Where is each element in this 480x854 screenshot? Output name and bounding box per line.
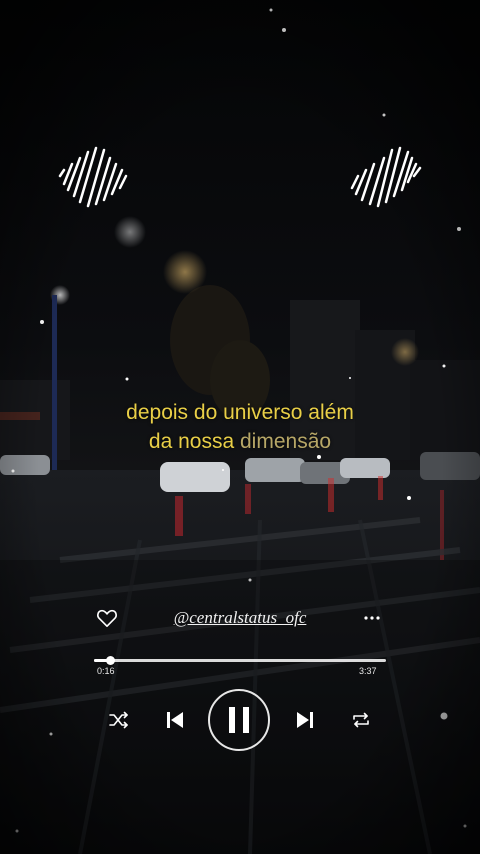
skip-previous-icon[interactable]	[165, 710, 185, 730]
pause-button[interactable]	[208, 689, 270, 751]
progress-track[interactable]	[94, 659, 386, 662]
progress-knob[interactable]	[106, 656, 116, 665]
total-time: 3:37	[359, 666, 377, 676]
lyrics-line-2-active: da nossa	[148, 430, 240, 453]
skip-next-icon[interactable]	[295, 710, 315, 730]
channel-handle[interactable]: @centralstatus_ofc	[0, 608, 480, 628]
lyrics-text: depois do universo além da nossa dimensã…	[0, 398, 480, 456]
pause-icon	[229, 707, 249, 733]
shuffle-icon[interactable]	[108, 710, 130, 730]
current-time: 0:16	[97, 666, 115, 676]
lyrics-line-1: depois do universo além	[126, 401, 354, 424]
sound-wave-icon	[350, 146, 422, 208]
lyrics-line-2-upcoming: dimensão	[240, 430, 332, 453]
more-dots-icon[interactable]	[358, 606, 388, 626]
repeat-icon[interactable]	[350, 710, 372, 730]
sound-wave-icon	[58, 146, 128, 208]
lyrics-line-2: da nossa dimensão	[0, 427, 480, 456]
